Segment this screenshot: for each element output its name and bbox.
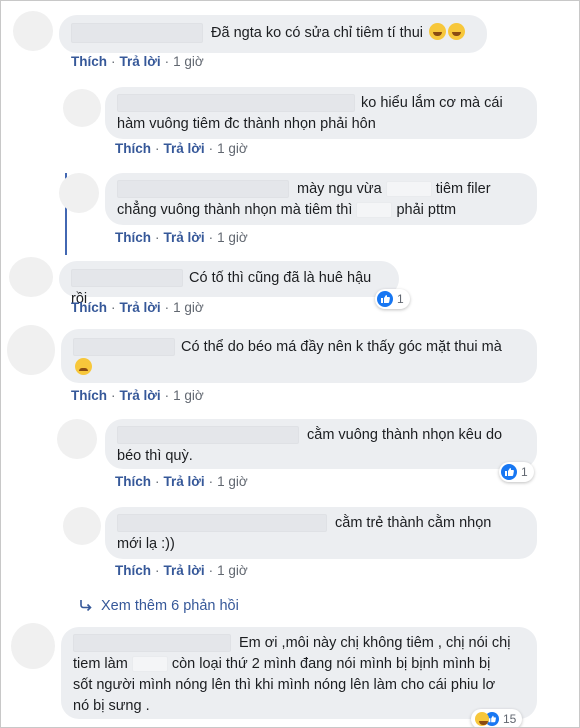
- comment-text: hàm vuông tiêm đc thành nhọn phải hôn: [117, 116, 376, 132]
- redacted-text: [385, 181, 432, 198]
- reaction-count[interactable]: 1: [499, 462, 534, 482]
- avatar[interactable]: [59, 173, 99, 213]
- comment-text: sốt người mình nóng lên thì khi mình nón…: [73, 677, 496, 693]
- avatar[interactable]: [11, 623, 55, 669]
- avatar[interactable]: [63, 507, 101, 545]
- reply-arrow-icon: [80, 600, 92, 612]
- comment-actions: Thích · Trả lời · 1 giờ: [115, 230, 248, 245]
- like-link[interactable]: Thích: [71, 300, 107, 315]
- comment-bubble: Em ơi ,môi này chị không tiêm , chị nói …: [61, 627, 537, 719]
- redacted-name: [73, 338, 175, 357]
- comment-actions: Thích · Trả lời · 1 giờ: [71, 300, 204, 315]
- comment-actions: Thích · Trả lời · 1 giờ: [115, 563, 248, 578]
- crying-emoji-icon: [75, 358, 92, 375]
- comment-text: Em ơi ,môi này chị không tiêm , chị nói …: [239, 635, 511, 651]
- comment-bubble: Có thể do béo má đầy nên k thấy góc mặt …: [61, 329, 537, 383]
- reply-link[interactable]: Trả lời: [120, 54, 161, 69]
- timestamp[interactable]: 1 giờ: [217, 563, 248, 578]
- redacted-name: [117, 426, 299, 445]
- avatar[interactable]: [9, 257, 53, 297]
- comment-text: tiem làm: [73, 656, 128, 672]
- laughing-emoji-icon: [475, 712, 489, 726]
- timestamp[interactable]: 1 giờ: [173, 54, 204, 69]
- reaction-count[interactable]: 1: [375, 289, 410, 309]
- comment-text: ko hiểu lắm cơ mà cái: [361, 95, 503, 111]
- redacted-name: [73, 634, 231, 653]
- reply-link[interactable]: Trả lời: [164, 563, 205, 578]
- timestamp[interactable]: 1 giờ: [217, 141, 248, 156]
- comment-bubble: cằm trẻ thành cằm nhọn mới lạ :)): [105, 507, 537, 559]
- avatar[interactable]: [63, 89, 101, 127]
- timestamp[interactable]: 1 giờ: [217, 474, 248, 489]
- comment-text: béo thì quỳ.: [117, 448, 193, 464]
- like-icon: [377, 291, 393, 307]
- comment-actions: Thích · Trả lời · 1 giờ: [115, 141, 248, 156]
- comments-panel: Đã ngta ko có sửa chỉ tiêm tí thui Thích…: [0, 0, 580, 728]
- comment-actions: Thích · Trả lời · 1 giờ: [71, 54, 204, 69]
- redacted-name: [117, 514, 327, 533]
- avatar[interactable]: [57, 419, 97, 459]
- reaction-count[interactable]: 15: [471, 709, 523, 727]
- redacted-text: [131, 656, 168, 673]
- comment-text: mới lạ :)): [117, 536, 175, 552]
- redacted-name: [117, 180, 289, 199]
- timestamp[interactable]: 1 giờ: [173, 300, 204, 315]
- redacted-name: [71, 23, 203, 44]
- comment-text: nó bị sưng .: [73, 698, 150, 714]
- redacted-name: [117, 94, 355, 113]
- comment-text: cằm trẻ thành cằm nhọn: [335, 515, 492, 531]
- comment-text: Có thể do béo má đầy nên k thấy góc mặt …: [181, 339, 502, 355]
- comment-text: còn loại thứ 2 mình đang nói mình bị bịn…: [171, 656, 491, 672]
- comment-bubble: Có tố thì cũng đã là huê hậu rồi: [59, 261, 399, 307]
- laughing-emoji-icon: [448, 23, 466, 40]
- like-icon: [501, 464, 517, 480]
- comment-text: phải pttm: [396, 202, 457, 218]
- avatar[interactable]: [13, 11, 53, 51]
- comment-bubble: Đã ngta ko có sửa chỉ tiêm tí thui: [59, 15, 487, 53]
- comment-bubble: cằm vuông thành nhọn kêu do béo thì quỳ.: [105, 419, 537, 469]
- avatar[interactable]: [7, 325, 55, 375]
- like-link[interactable]: Thích: [115, 141, 151, 156]
- see-more-replies-link[interactable]: Xem thêm 6 phản hồi: [79, 598, 239, 614]
- comment-text: cằm vuông thành nhọn kêu do: [307, 427, 503, 443]
- comment-text: chẳng vuông thành nhọn mà tiêm thì: [117, 202, 353, 218]
- reply-link[interactable]: Trả lời: [164, 230, 205, 245]
- like-link[interactable]: Thích: [71, 54, 107, 69]
- comment-text: mày ngu vừa: [297, 181, 382, 197]
- like-link[interactable]: Thích: [115, 230, 151, 245]
- reply-link[interactable]: Trả lời: [120, 300, 161, 315]
- timestamp[interactable]: 1 giờ: [173, 388, 204, 403]
- like-link[interactable]: Thích: [71, 388, 107, 403]
- laughing-emoji-icon: [429, 23, 447, 40]
- comment-text: tiêm filer: [435, 181, 491, 197]
- comment-actions: Thích · Trả lời · 1 giờ: [115, 474, 248, 489]
- timestamp[interactable]: 1 giờ: [217, 230, 248, 245]
- like-link[interactable]: Thích: [115, 563, 151, 578]
- reply-link[interactable]: Trả lời: [164, 474, 205, 489]
- reply-link[interactable]: Trả lời: [164, 141, 205, 156]
- comment-text: Đã ngta ko có sửa chỉ tiêm tí thui: [211, 25, 423, 41]
- comment-bubble: ko hiểu lắm cơ mà cái hàm vuông tiêm đc …: [105, 87, 537, 139]
- like-link[interactable]: Thích: [115, 474, 151, 489]
- redacted-name: [71, 269, 183, 288]
- redacted-text: [356, 202, 393, 219]
- reply-link[interactable]: Trả lời: [120, 388, 161, 403]
- comment-bubble: mày ngu vừa tiêm filer chẳng vuông thành…: [105, 173, 537, 225]
- comment-actions: Thích · Trả lời · 1 giờ: [71, 388, 204, 403]
